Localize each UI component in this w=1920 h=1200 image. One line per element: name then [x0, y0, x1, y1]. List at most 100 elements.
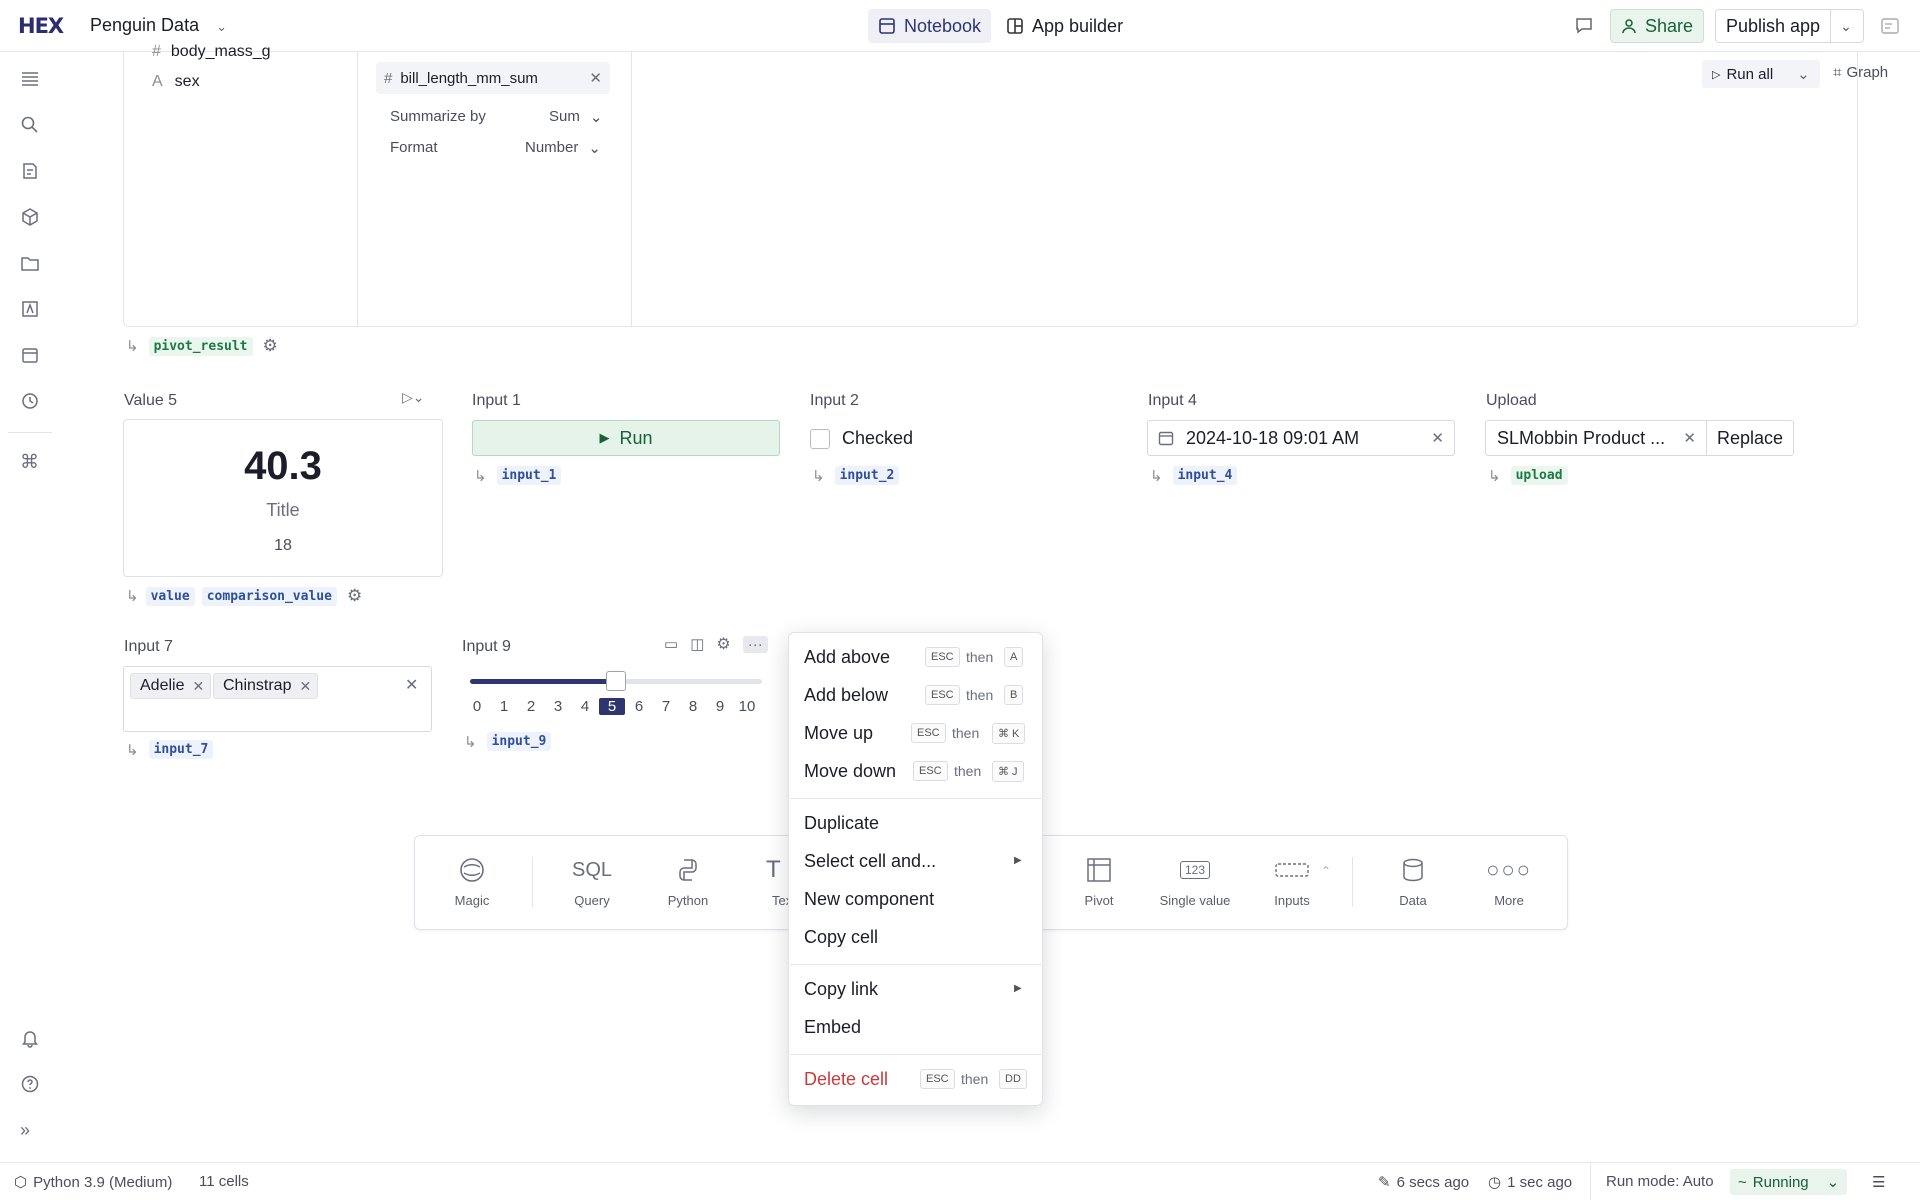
bell-icon[interactable] [20, 1028, 42, 1050]
menu-copy-cell[interactable]: Copy cell [804, 927, 878, 948]
menu-new-component[interactable]: New component [804, 889, 934, 910]
output-variable[interactable]: input_9 [486, 732, 552, 751]
publish-app-button[interactable]: Publish app [1715, 9, 1832, 43]
chevron-up-icon[interactable]: ⌃ [1321, 864, 1331, 878]
cube-icon[interactable] [20, 207, 42, 229]
tab-app-builder[interactable]: App builder [996, 9, 1133, 43]
slider-tick[interactable]: 10 [734, 698, 760, 715]
command-icon[interactable]: ⌘ [20, 451, 42, 473]
upload-file-field[interactable]: SLMobbin Product ... ✕ [1485, 420, 1707, 456]
comment-icon[interactable]: ▭ [664, 635, 678, 653]
slider-tick[interactable]: 1 [491, 698, 517, 715]
output-variable[interactable]: value [145, 586, 195, 606]
multiselect-chip[interactable]: Chinstrap ✕ [213, 673, 319, 699]
slider-tick[interactable]: 9 [707, 698, 733, 715]
search-icon[interactable] [20, 115, 42, 137]
output-variable[interactable]: input_1 [496, 466, 562, 485]
output-variable[interactable]: comparison_value [201, 586, 337, 606]
output-variable[interactable]: input_7 [148, 740, 214, 759]
outline-icon[interactable] [20, 69, 42, 91]
output-variable[interactable]: pivot_result [148, 336, 253, 356]
history-icon[interactable] [20, 391, 42, 413]
add-python-button[interactable]: Python [643, 855, 733, 908]
close-icon[interactable]: ✕ [299, 678, 311, 695]
output-variable[interactable]: input_4 [1172, 466, 1238, 485]
date-input[interactable]: 2024-10-18 09:01 AM ✕ [1147, 420, 1455, 456]
panel-toggle-icon[interactable] [1880, 16, 1900, 36]
run-all-button[interactable]: ▷ Run all ⌄ [1702, 60, 1820, 88]
add-magic-button[interactable]: Magic [427, 855, 517, 908]
more-icon[interactable]: ··· [742, 635, 768, 653]
add-text-button[interactable]: T Text [738, 855, 788, 908]
close-icon[interactable]: ✕ [589, 69, 602, 87]
slider-tick[interactable]: 4 [572, 698, 598, 715]
menu-copy-link[interactable]: Copy link [804, 979, 878, 1000]
run-button[interactable]: ▶ Run [472, 420, 780, 456]
format-select[interactable]: Number ⌄ [525, 139, 601, 157]
variables-icon[interactable] [20, 299, 42, 321]
gear-icon[interactable]: ⚙ [347, 586, 362, 606]
close-icon[interactable]: ✕ [192, 678, 204, 695]
slider-tick[interactable]: 5 [599, 698, 625, 715]
menu-move-up[interactable]: Move up [804, 723, 873, 744]
project-name[interactable]: Penguin Data ⌄ [90, 15, 227, 36]
multiselect-chip[interactable]: Adelie ✕ [130, 673, 212, 699]
hex-logo[interactable]: HEX [18, 14, 64, 38]
menu-select-cell[interactable]: Select cell and... [804, 851, 936, 872]
pivot-value-chip[interactable]: # bill_length_mm_sum ✕ [376, 62, 610, 94]
gear-icon[interactable]: ⚙ [263, 336, 278, 356]
add-query-button[interactable]: SQL Query [547, 855, 637, 909]
graph-button[interactable]: ⌗ Graph [1833, 64, 1888, 81]
comment-icon[interactable] [1574, 15, 1594, 35]
menu-delete-cell[interactable]: Delete cell [804, 1069, 888, 1090]
multiselect-input[interactable]: Adelie ✕ Chinstrap ✕ ✕ [123, 666, 432, 732]
checkbox[interactable] [810, 428, 830, 449]
chevron-down-icon[interactable]: ⌄ [216, 19, 227, 34]
running-status[interactable]: ~ Running ⌄ [1730, 1169, 1848, 1195]
output-variable[interactable]: upload [1510, 466, 1568, 485]
slider-tick[interactable]: 2 [518, 698, 544, 715]
menu-embed[interactable]: Embed [804, 1017, 861, 1038]
menu-add-above[interactable]: Add above [804, 647, 890, 668]
help-icon[interactable] [20, 1074, 42, 1096]
publish-options-button[interactable]: ⌄ [1829, 9, 1864, 43]
replace-button[interactable]: Replace [1706, 420, 1794, 456]
close-icon[interactable]: ✕ [1683, 429, 1696, 447]
chevron-down-icon[interactable]: ⌄ [1797, 65, 1810, 83]
field-item[interactable]: # body_mass_g [152, 43, 271, 61]
add-data-button[interactable]: Data [1368, 855, 1458, 908]
gear-icon[interactable]: ⚙ [716, 634, 730, 654]
kernel-status[interactable]: ⬡ Python 3.9 (Medium) [14, 1173, 172, 1192]
add-pivot-button[interactable]: Pivot [1054, 855, 1144, 908]
menu-duplicate[interactable]: Duplicate [804, 813, 879, 834]
folder-icon[interactable] [20, 253, 42, 275]
field-item[interactable]: A sex [152, 73, 200, 91]
add-single-value-button[interactable]: 123 Single value [1150, 855, 1240, 908]
add-inputs-button[interactable]: Inputs [1247, 855, 1337, 908]
slider-tick[interactable]: 7 [653, 698, 679, 715]
summarize-select[interactable]: Sum ⌄ [549, 108, 602, 126]
slider-tick[interactable]: 0 [464, 698, 490, 715]
menu-add-below[interactable]: Add below [804, 685, 888, 706]
menu-move-down[interactable]: Move down [804, 761, 896, 782]
slider-tick[interactable]: 6 [626, 698, 652, 715]
slider-tick[interactable]: 8 [680, 698, 706, 715]
calendar-icon[interactable] [20, 345, 42, 367]
clear-icon[interactable]: ✕ [405, 675, 418, 695]
run-cell-icon[interactable]: ▷⌄ [402, 389, 425, 406]
output-variable[interactable]: input_2 [834, 466, 900, 485]
slider-tick[interactable]: 3 [545, 698, 571, 715]
data-sources-icon[interactable] [20, 161, 42, 183]
layout-icon[interactable]: ◫ [690, 635, 704, 653]
slider-thumb[interactable] [606, 671, 626, 691]
play-icon: ▶ [599, 430, 610, 445]
checkbox-input[interactable]: Checked [810, 428, 913, 449]
expand-sidebar-icon[interactable]: » [20, 1120, 42, 1142]
tab-notebook[interactable]: Notebook [868, 9, 992, 43]
project-title[interactable]: Penguin Data [90, 15, 199, 35]
close-icon[interactable]: ✕ [1431, 429, 1444, 447]
run-mode[interactable]: Run mode: Auto [1606, 1173, 1714, 1190]
minimap-icon[interactable]: ☰ [1872, 1173, 1885, 1191]
share-button[interactable]: Share [1610, 9, 1705, 43]
more-cells-button[interactable]: ○○○ More [1464, 855, 1554, 908]
